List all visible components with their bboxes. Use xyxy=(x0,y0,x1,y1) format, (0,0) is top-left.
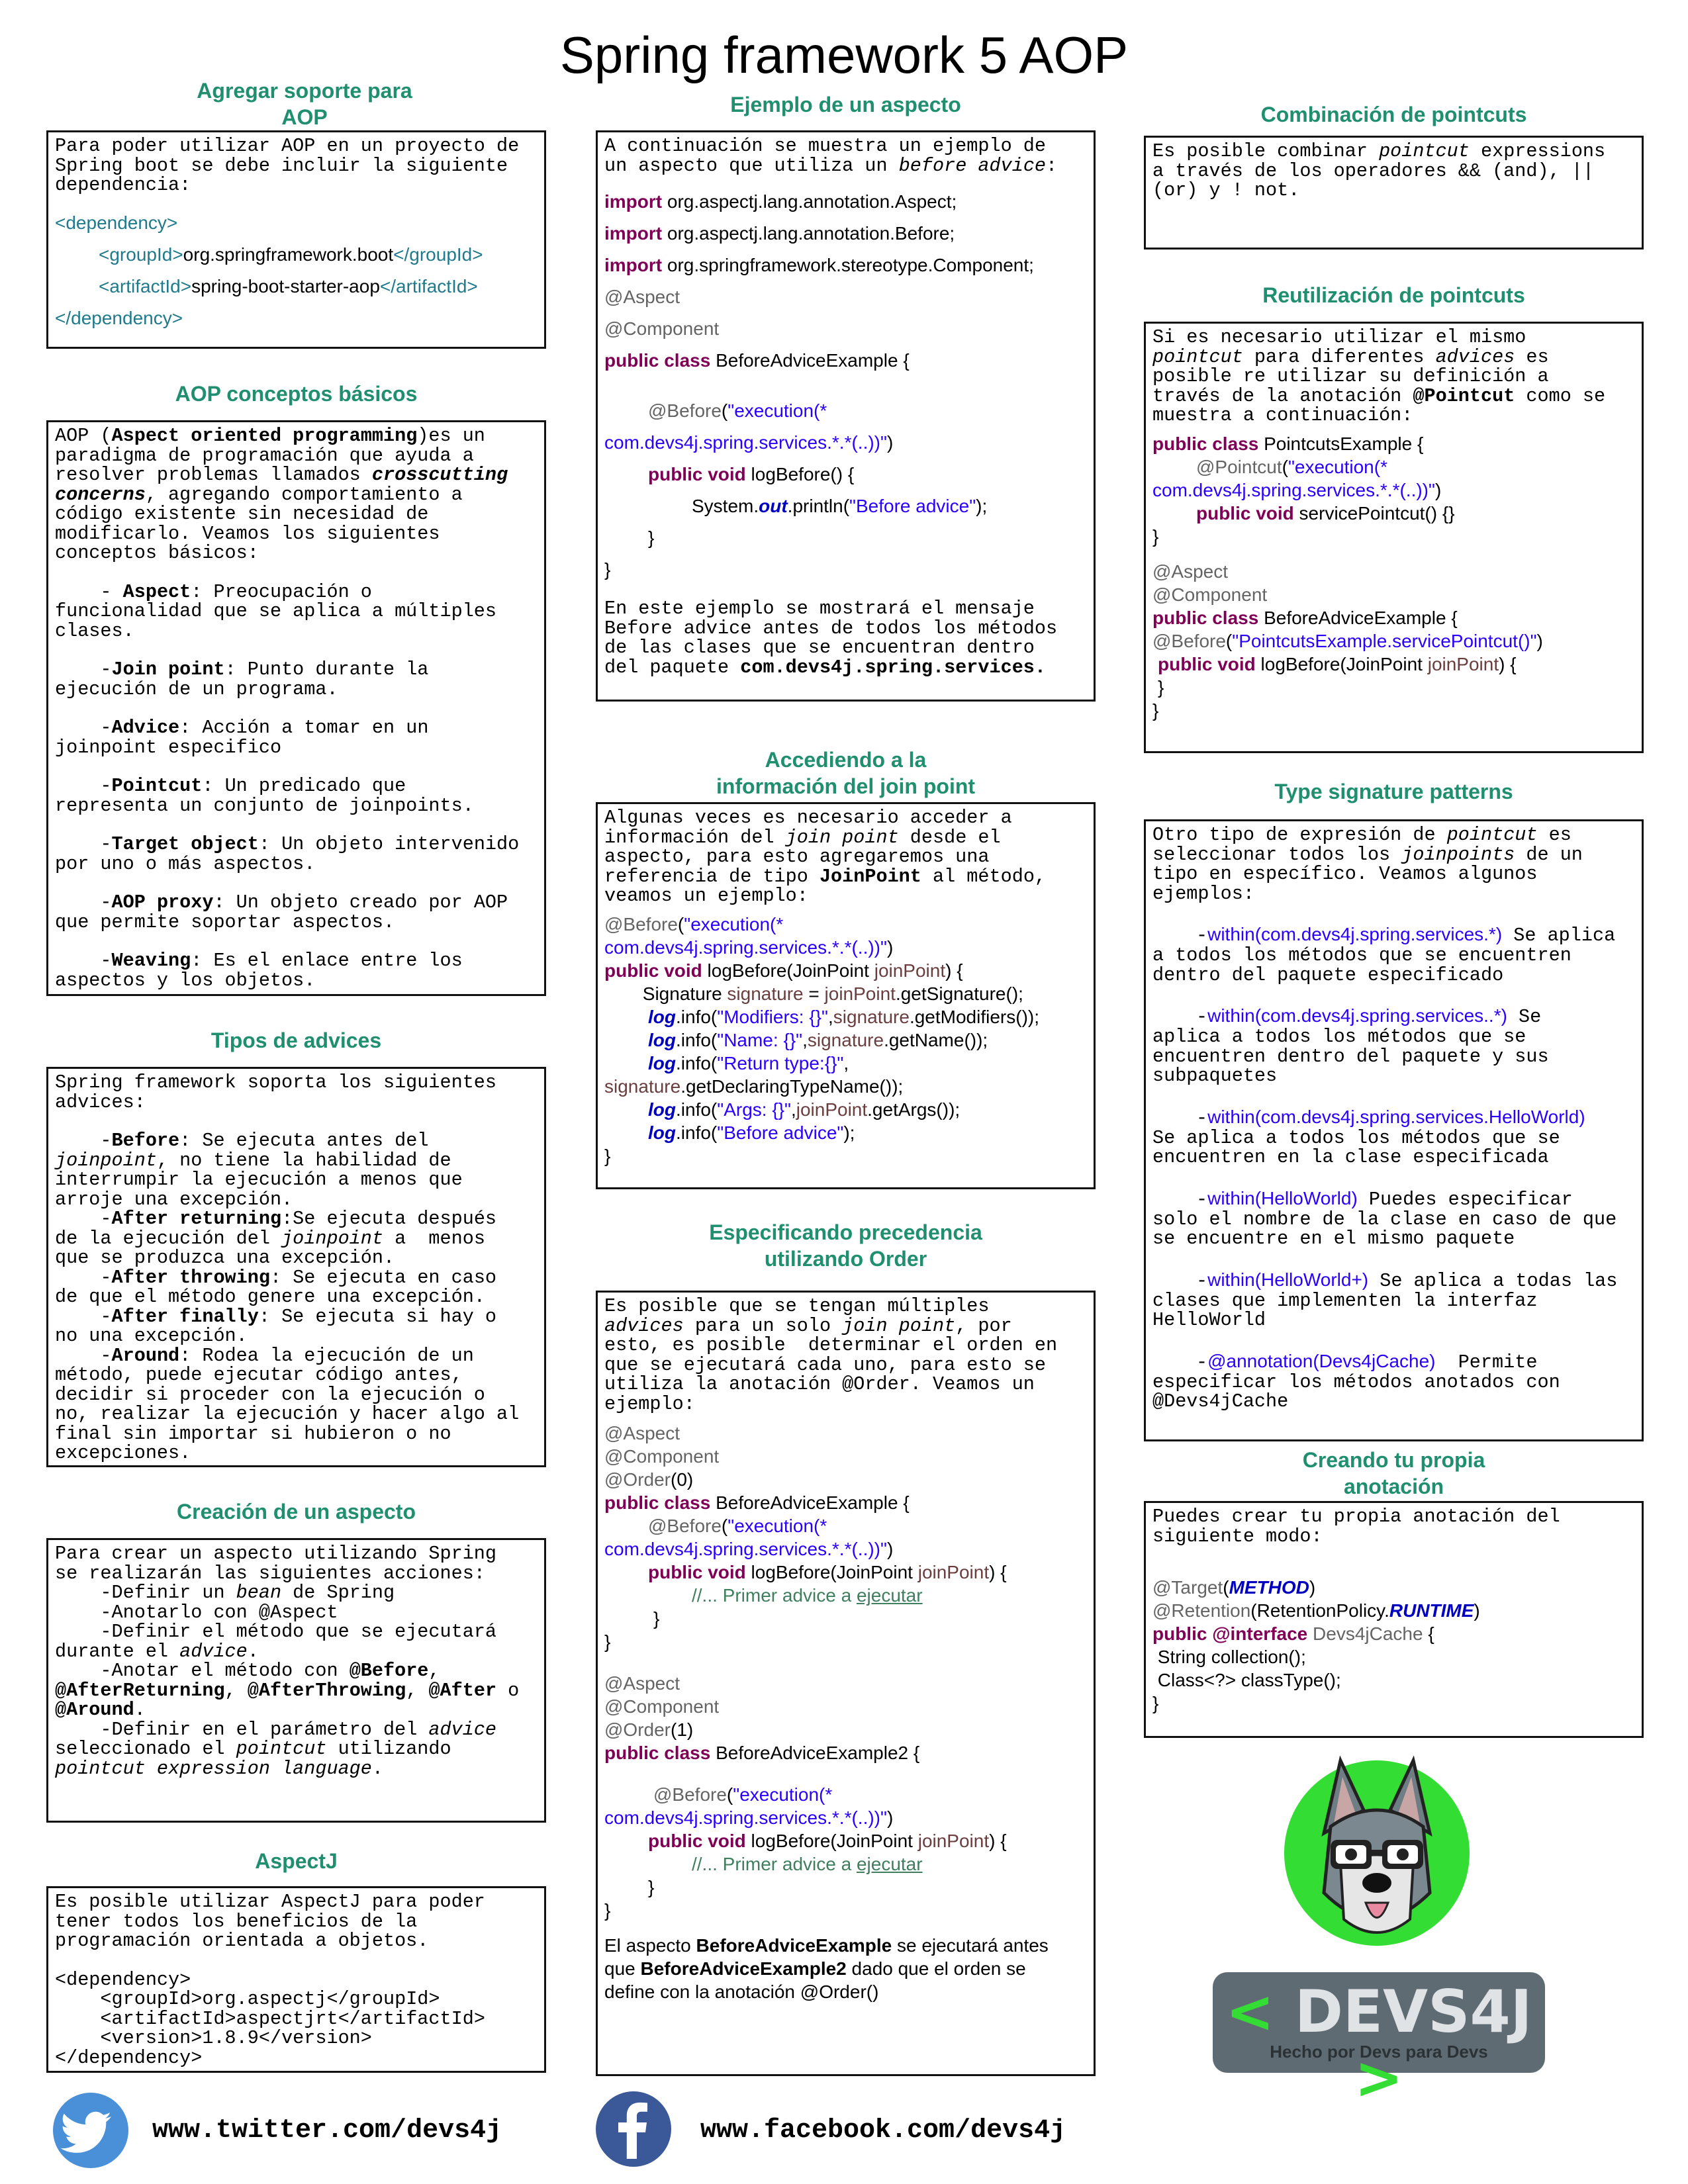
facebook-url[interactable]: www.facebook.com/devs4j xyxy=(700,2115,1066,2147)
section-title-aspectj: AspectJ xyxy=(255,1849,338,1873)
devs4j-logo: < DEVS4J > Hecho por Devs para Devs xyxy=(1213,1972,1545,2111)
logo-tagline: Hecho por Devs para Devs xyxy=(1270,2042,1488,2062)
conceptos-box: AOP (Aspect oriented programming)es un p… xyxy=(46,420,546,996)
combinacion-box: Es posible combinar pointcut expressions… xyxy=(1144,136,1644,250)
section-title-soporte: Agregar soporte para AOP xyxy=(197,79,412,129)
joinpoint-box: Algunas veces es necesario acceder a inf… xyxy=(596,802,1096,1189)
section-title-conceptos: AOP conceptos básicos xyxy=(175,382,418,406)
section-title-type-sig: Type signature patterns xyxy=(1274,780,1513,803)
reutilizacion-box: Si es necesario utilizar el mismo pointc… xyxy=(1144,322,1644,753)
concept-weaving: -Weaving: Es el enlace entre los aspecto… xyxy=(55,950,463,991)
concept-target-object: -Target object: Un objeto intervenido po… xyxy=(55,833,520,875)
section-title-ejemplo: Ejemplo de un aspecto xyxy=(730,93,961,116)
logo-left-bracket: < xyxy=(1225,1978,1275,2046)
twitter-url[interactable]: www.twitter.com/devs4j xyxy=(152,2115,502,2147)
precedencia-box: Es posible que se tengan múltiples advic… xyxy=(596,1291,1096,2076)
aspectj-box: Es posible utilizar AspectJ para poder t… xyxy=(46,1886,546,2073)
section-title-joinpoint: Accediendo a la información del join poi… xyxy=(716,748,976,798)
section-title-anotacion: Creando tu propia anotación xyxy=(1302,1448,1485,1498)
section-title-tipos: Tipos de advices xyxy=(211,1028,382,1052)
creacion-box: Para crear un aspecto utilizando Spring … xyxy=(46,1538,546,1823)
logo-brand: DEVS4J xyxy=(1294,1978,1532,2046)
concept-pointcut: -Pointcut: Un predicado que representa u… xyxy=(55,775,474,817)
soporte-box: Para poder utilizar AOP en un proyecto d… xyxy=(46,130,546,349)
ejemplo-box: A continuación se muestra un ejemplo de … xyxy=(596,130,1096,702)
concept-join-point: -Join point: Punto durante la ejecución … xyxy=(55,659,429,700)
facebook-f-icon[interactable] xyxy=(594,2090,673,2168)
type-sig-box: Otro tipo de expresión de pointcut es se… xyxy=(1144,819,1644,1441)
tipos-box: Spring framework soporta los siguientes … xyxy=(46,1067,546,1467)
twitter-bird-icon[interactable] xyxy=(52,2091,130,2169)
page-title: Spring framework 5 AOP xyxy=(559,26,1129,84)
section-title-creacion: Creación de un aspecto xyxy=(177,1500,416,1524)
section-title-reutilizacion: Reutilización de pointcuts xyxy=(1262,283,1525,307)
concept-advice: -Advice: Acción a tomar en un joinpoint … xyxy=(55,717,429,758)
section-title-precedencia: Especificando precedencia utilizando Ord… xyxy=(709,1220,982,1271)
section-title-combinacion: Combinación de pointcuts xyxy=(1260,103,1527,126)
dog-mascot-icon xyxy=(1284,1755,1470,1946)
concept-aspect: - Aspect: Preocupación o funcionalidad q… xyxy=(55,580,497,642)
anotacion-box: Puedes crear tu propia anotación del sig… xyxy=(1144,1501,1644,1738)
concept-aop-proxy: -AOP proxy: Un objeto creado por AOP que… xyxy=(55,891,508,933)
